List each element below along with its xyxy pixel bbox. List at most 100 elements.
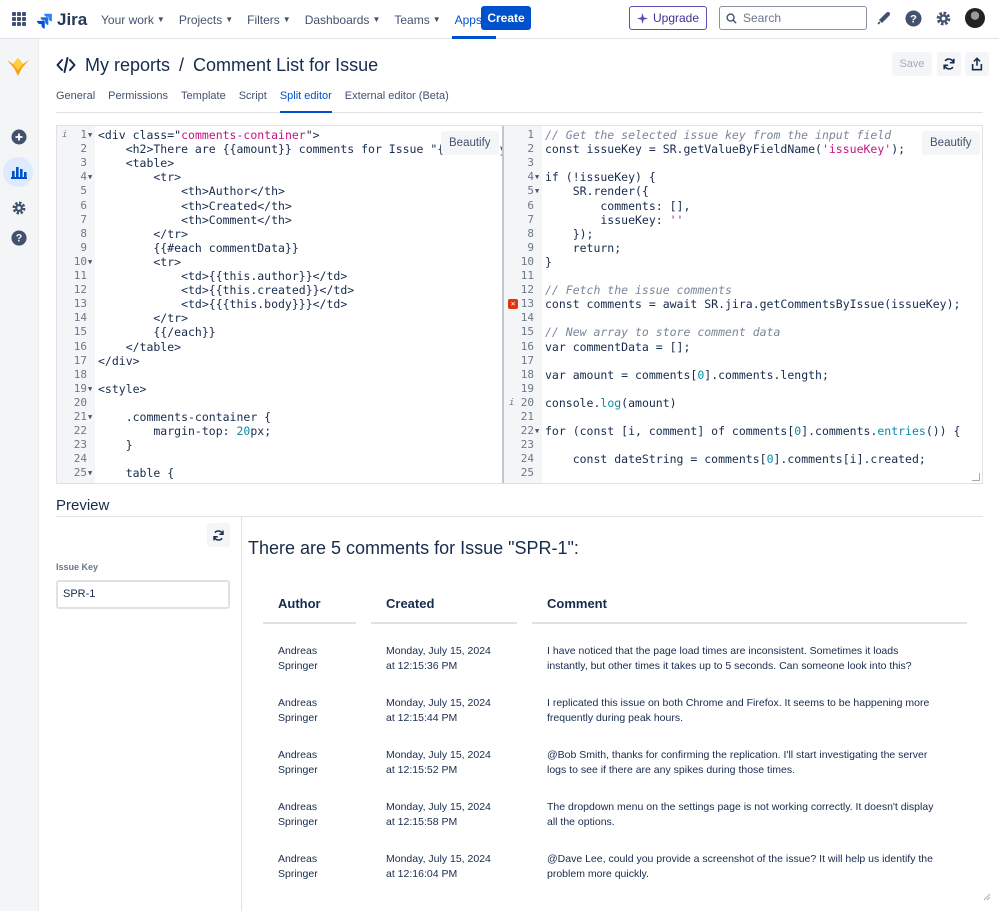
preview-parameters-panel: [56, 517, 242, 911]
line-number: 5: [527, 184, 534, 198]
error-marker-icon: ✕: [508, 299, 518, 310]
tab-general[interactable]: General: [56, 90, 95, 112]
line-number: 19: [520, 381, 534, 395]
tab-script[interactable]: Script: [239, 90, 267, 112]
line-number: 25: [520, 466, 534, 480]
tab-permissions[interactable]: Permissions: [108, 90, 168, 112]
refresh-button[interactable]: [937, 52, 961, 76]
nav-projects[interactable]: Projects ▼: [172, 0, 240, 39]
code-line: 12 // Fetch the issue comments: [504, 283, 982, 297]
create-button[interactable]: Create: [481, 6, 531, 30]
user-avatar[interactable]: [965, 8, 985, 28]
code-text: .comments-container {: [98, 410, 272, 424]
comment-cell: problem more quickly.: [547, 868, 649, 880]
code-line: 21 ▼ .comments-container {: [57, 410, 502, 424]
beautify-script-button[interactable]: Beautify: [922, 131, 980, 155]
header-rule: [263, 622, 356, 624]
code-text: margin-top: 20px;: [98, 424, 272, 439]
created-cell: at 12:15:36 PM: [386, 660, 458, 672]
line-number: 22: [520, 424, 534, 438]
settings-gear-icon[interactable]: [933, 8, 953, 28]
line-number: 3: [527, 156, 534, 170]
reports-chart-icon[interactable]: [9, 162, 29, 182]
fold-arrow-icon[interactable]: ▼: [88, 255, 92, 269]
fold-arrow-icon[interactable]: ▼: [88, 466, 92, 480]
tab-external-editor[interactable]: External editor (Beta): [345, 90, 449, 112]
tab-split-editor[interactable]: Split editor: [279, 90, 332, 113]
app-switcher-icon[interactable]: [12, 12, 26, 26]
line-number: 21: [73, 410, 87, 423]
code-text: issueKey: '': [545, 212, 684, 227]
code-line: 9 return;: [504, 240, 982, 255]
editor-tabs: General Permissions Template Script Spli…: [56, 90, 983, 113]
preview-refresh-button[interactable]: [207, 523, 230, 547]
chevron-down-icon: ▼: [372, 15, 381, 24]
nav-your-work[interactable]: Your work ▼: [94, 0, 172, 39]
line-number: 10: [520, 254, 534, 268]
help-icon[interactable]: ?: [903, 8, 923, 28]
script-editor[interactable]: 1 // Get the selected issue key from the …: [504, 126, 982, 484]
line-number: 26: [504, 481, 534, 484]
add-circle-icon[interactable]: [9, 127, 29, 147]
fold-arrow-icon[interactable]: ▼: [535, 184, 539, 198]
code-line: 21: [504, 410, 982, 424]
jira-logo-icon: [36, 13, 52, 29]
app-sidebar: ?: [0, 39, 39, 911]
created-cell: Monday, July 15, 2024: [386, 697, 491, 709]
jira-logo[interactable]: Jira: [36, 10, 87, 30]
fold-arrow-icon[interactable]: ▼: [535, 424, 539, 438]
code-line: 11 <td>{{this.author}}</td>: [57, 269, 502, 283]
code-line: 7 <th>Comment</th>: [57, 213, 502, 227]
line-number: 2: [80, 142, 87, 156]
page-title: Comment List for Issue: [193, 54, 379, 75]
nav-label: Dashboards: [304, 12, 370, 27]
line-number: 9: [80, 240, 87, 254]
author-cell: Springer: [278, 660, 318, 672]
column-header-created: Created: [386, 596, 435, 611]
line-number: 26: [57, 481, 87, 484]
fold-arrow-icon[interactable]: ▼: [88, 410, 92, 424]
line-number: 9: [527, 240, 534, 254]
beautify-template-button[interactable]: Beautify: [441, 131, 499, 155]
fold-arrow-icon[interactable]: ▼: [88, 382, 92, 396]
comment-cell: logs to see if there are any spikes duri…: [547, 764, 796, 776]
issue-key-input[interactable]: SPR-1: [56, 580, 230, 609]
nav-dashboards[interactable]: Dashboards ▼: [298, 0, 388, 39]
tab-template[interactable]: Template: [181, 90, 226, 112]
code-line: 5 <th>Author</th>: [57, 184, 502, 198]
preview-heading: There are 5 comments for Issue "SPR-1":: [248, 538, 579, 558]
author-cell: Andreas: [278, 853, 318, 865]
template-editor[interactable]: 1 ▼ i <div class="comments-container"> 2 <h2…: [57, 126, 502, 484]
resize-handle[interactable]: [983, 893, 991, 901]
resize-handle[interactable]: [972, 473, 980, 481]
help-icon[interactable]: ?: [9, 228, 29, 248]
upgrade-button[interactable]: Upgrade: [629, 6, 707, 30]
nav-label: Apps: [454, 12, 482, 27]
comment-cell: frequently during peak hours.: [547, 712, 684, 724]
created-cell: at 12:15:44 PM: [386, 712, 458, 724]
comment-cell: I have noticed that the page load times …: [547, 645, 899, 657]
save-button[interactable]: Save: [892, 52, 932, 76]
fold-arrow-icon[interactable]: ▼: [88, 170, 92, 184]
breadcrumb-my-reports[interactable]: My reports: [85, 55, 170, 76]
code-line: 6 <th>Created</th>: [57, 199, 502, 213]
page-title-row: My reports / Comment List for Issue: [56, 52, 378, 78]
code-line: 4 ▼ <tr>: [57, 170, 502, 184]
line-number: 23: [73, 438, 87, 452]
code-text: return;: [545, 240, 622, 255]
nav-teams[interactable]: Teams ▼: [387, 0, 447, 39]
line-number: 14: [73, 311, 87, 325]
sparkle-icon: [636, 12, 648, 24]
split-editor: 1 ▼ i <div class="comments-container"> 2 <h2…: [56, 125, 983, 484]
nav-filters[interactable]: Filters ▼: [240, 0, 298, 39]
header-rule: [371, 622, 517, 624]
share-button[interactable]: [965, 52, 989, 76]
search-input[interactable]: Search: [719, 6, 867, 30]
scriptrunner-logo-icon[interactable]: [6, 55, 30, 79]
code-text: <th>Comment</th>: [98, 212, 292, 227]
notifications-icon[interactable]: [874, 8, 894, 28]
settings-gear-icon[interactable]: [9, 198, 29, 218]
fold-arrow-icon[interactable]: ▼: [535, 170, 539, 184]
line-number: 11: [73, 269, 87, 282]
fold-arrow-icon[interactable]: ▼: [88, 128, 92, 142]
